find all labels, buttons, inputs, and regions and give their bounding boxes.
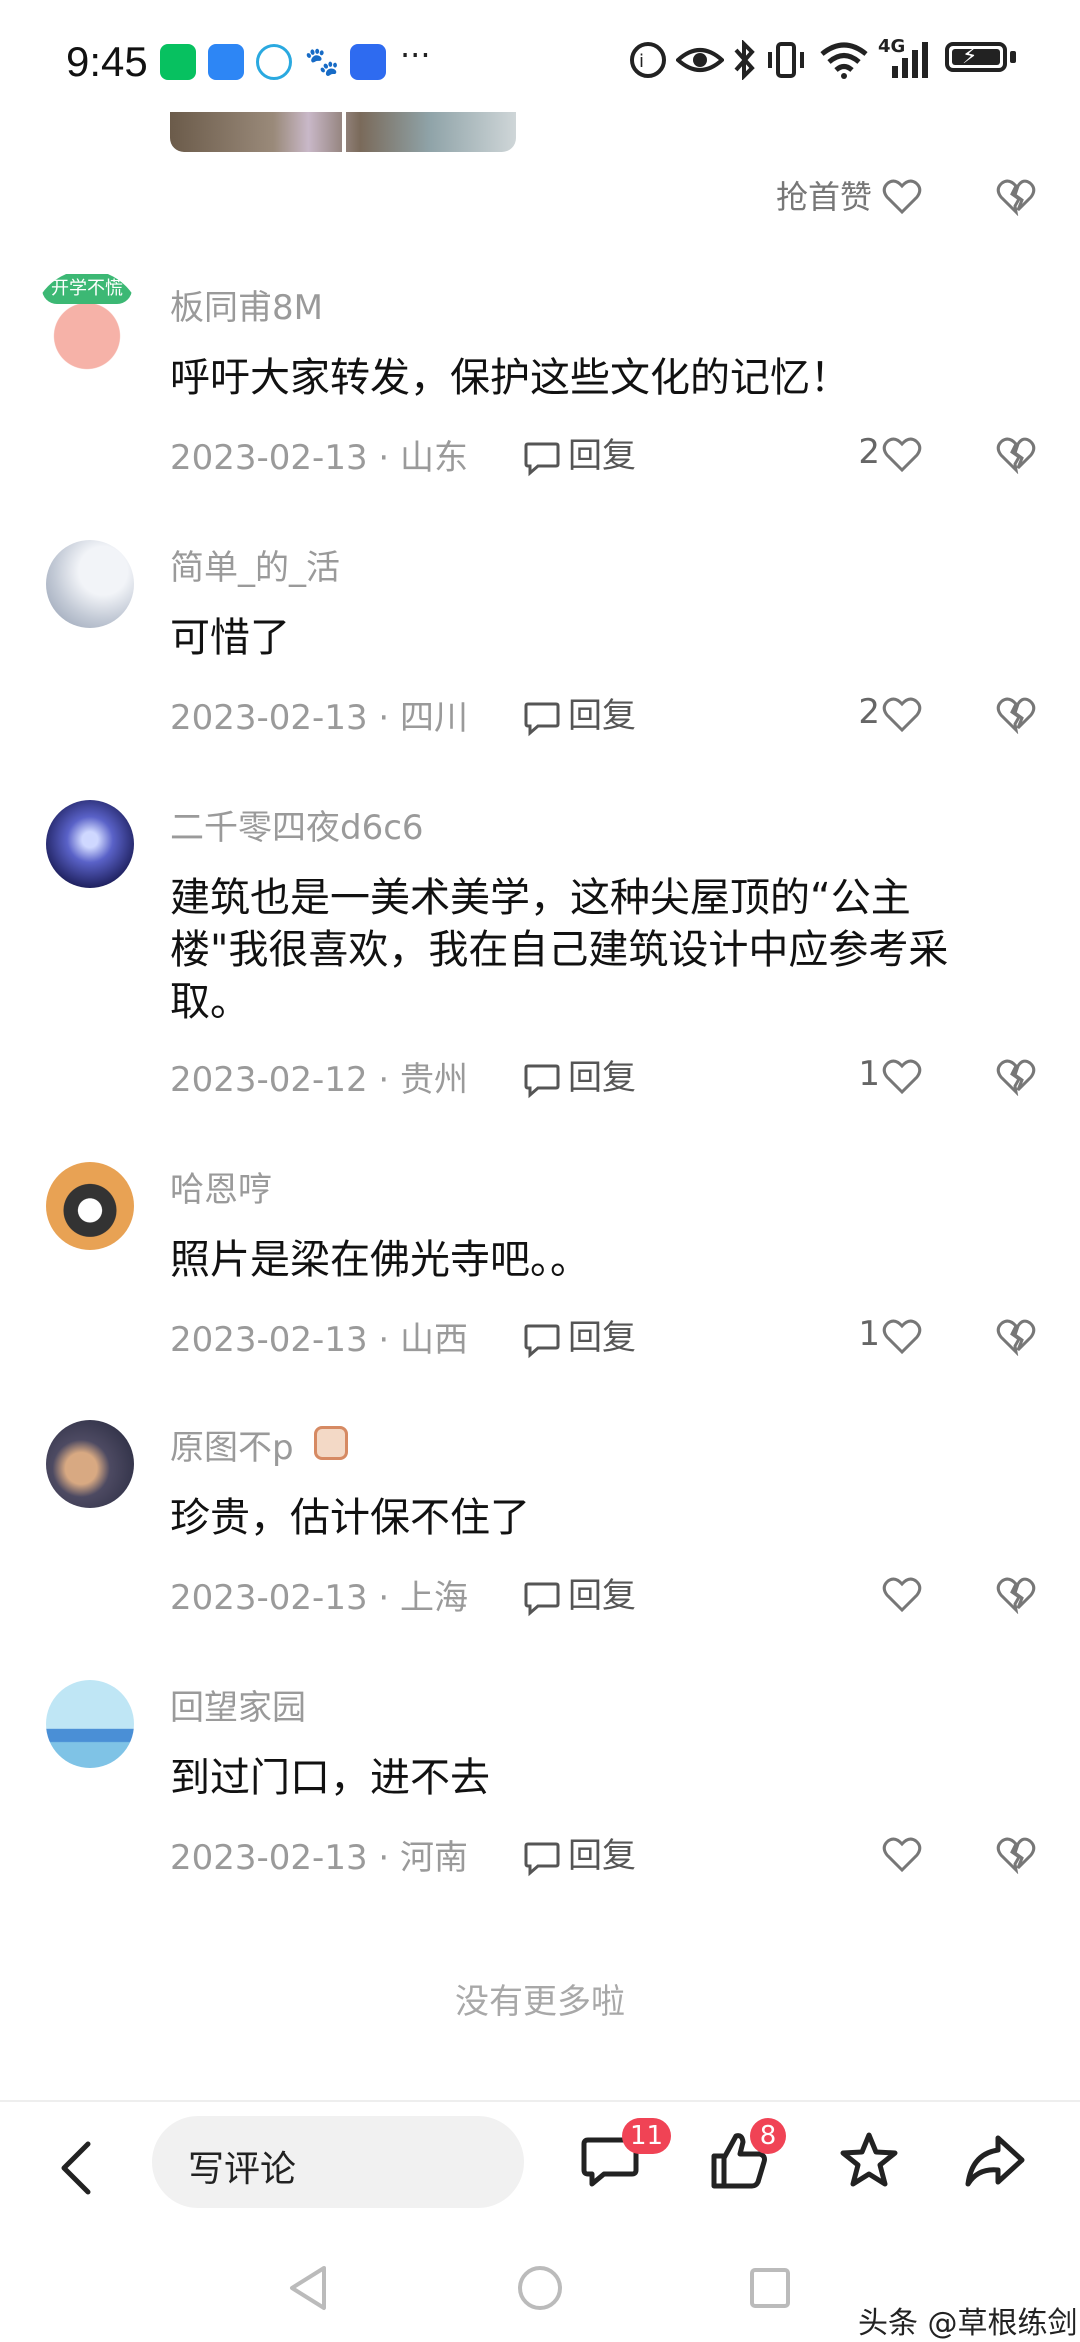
svg-text:i: i — [639, 51, 644, 72]
no-more-label: 没有更多啦 — [455, 1982, 625, 2022]
reply-bubble-icon — [524, 1064, 560, 1098]
dislike-heart-icon[interactable] — [996, 694, 1036, 734]
comment-username[interactable]: 二千零四夜d6c6 — [170, 800, 424, 849]
comment-meta: 2023-02-13 · 四川 — [170, 698, 469, 738]
comment-username[interactable]: 原图不p — [170, 1420, 294, 1469]
reply-bubble-icon — [524, 1582, 560, 1616]
watermark: 头条 @草根练剑 — [858, 2306, 1078, 2341]
wifi-icon — [820, 42, 868, 79]
like-heart-icon[interactable] — [882, 1316, 922, 1356]
reply-bubble-icon — [524, 1324, 560, 1358]
status-bar: 9:45 🐾 ··· i 4G ⚡ — [0, 0, 1080, 120]
avatar[interactable] — [46, 1680, 134, 1768]
avatar[interactable] — [46, 1162, 134, 1250]
reply-label: 回复 — [568, 436, 636, 476]
user-level-badge-icon — [314, 1426, 348, 1460]
dislike-heart-icon[interactable] — [996, 1056, 1036, 1096]
like-count: 1 — [858, 1314, 880, 1354]
reply-button[interactable]: 回复 — [522, 688, 636, 738]
dislike-heart-icon[interactable] — [996, 1574, 1036, 1614]
like-heart-icon[interactable] — [882, 1834, 922, 1874]
reply-bubble-icon — [524, 442, 560, 476]
bluetooth-icon — [734, 40, 755, 80]
comment-content: 可惜了 — [170, 615, 290, 661]
reply-button[interactable]: 回复 — [522, 1050, 636, 1100]
reply-label: 回复 — [568, 1576, 636, 1616]
shield-app-icon — [350, 44, 386, 80]
vibrate-icon — [768, 42, 804, 78]
signal-icon — [892, 42, 928, 78]
like-count-badge: 8 — [750, 2118, 786, 2154]
reply-label: 回复 — [568, 1058, 636, 1098]
dislike-heart-icon[interactable] — [996, 1316, 1036, 1356]
battery-tip — [1010, 51, 1016, 63]
star-icon[interactable] — [838, 2130, 900, 2192]
nav-recents-icon[interactable] — [748, 2266, 792, 2310]
comment-meta: 2023-02-13 · 上海 — [170, 1578, 469, 1618]
baidu-icon: 🐾 — [304, 44, 340, 80]
comment-meta: 2023-02-12 · 贵州 — [170, 1060, 469, 1100]
comment-content: 到过门口，进不去 — [170, 1755, 490, 1801]
like-count: 1 — [858, 1054, 880, 1094]
comment-meta: 2023-02-13 · 山东 — [170, 438, 469, 478]
comment-meta: 2023-02-13 · 山西 — [170, 1320, 469, 1360]
comment-meta: 2023-02-13 · 河南 — [170, 1838, 469, 1878]
more-notifications-icon: ··· — [400, 36, 431, 74]
wechat-icon — [160, 44, 196, 80]
comment-username[interactable]: 回望家园 — [170, 1680, 306, 1729]
reply-button[interactable]: 回复 — [522, 1568, 636, 1618]
avatar[interactable] — [46, 800, 134, 888]
like-heart-icon[interactable] — [882, 694, 922, 734]
like-count: 2 — [858, 432, 880, 472]
comment-content: 珍贵，估计保不住了 — [170, 1495, 530, 1541]
eye-icon — [676, 48, 724, 72]
nav-home-icon[interactable] — [516, 2264, 564, 2312]
dislike-heart-icon[interactable] — [996, 1834, 1036, 1874]
post-image-strip[interactable] — [170, 112, 516, 152]
back-arrow-icon[interactable] — [56, 2138, 96, 2198]
comment-count-badge: 11 — [622, 2118, 672, 2154]
comment-username[interactable]: 简单_的_活 — [170, 540, 340, 589]
like-heart-icon[interactable] — [882, 1056, 922, 1096]
hd-icon: i — [630, 42, 666, 78]
comment-content: 呼吁大家转发，保护这些文化的记忆！ — [170, 355, 850, 401]
reply-label: 回复 — [568, 1318, 636, 1358]
avatar[interactable] — [46, 1420, 134, 1508]
avatar[interactable]: 开学不慌 — [32, 270, 142, 380]
comment-input[interactable]: 写评论 — [152, 2116, 524, 2208]
browser-icon — [256, 44, 292, 80]
dislike-heart-icon[interactable] — [996, 434, 1036, 474]
share-icon[interactable] — [964, 2130, 1026, 2192]
reply-button[interactable]: 回复 — [522, 428, 636, 478]
like-count: 2 — [858, 692, 880, 732]
reply-bubble-icon — [524, 702, 560, 736]
like-heart-icon[interactable] — [882, 1574, 922, 1614]
app-icon — [208, 44, 244, 80]
reply-button[interactable]: 回复 — [522, 1310, 636, 1360]
dislike-heart-icon[interactable] — [996, 176, 1036, 216]
like-heart-icon[interactable] — [882, 176, 922, 216]
comment-content: 建筑也是一美术美学，这种尖屋顶的“公主楼"我很喜欢，我在自己建筑设计中应参考采取… — [170, 875, 949, 1025]
reply-label: 回复 — [568, 696, 636, 736]
comment-input-placeholder: 写评论 — [188, 2149, 297, 2190]
status-time: 9:45 — [66, 38, 148, 85]
reply-button[interactable]: 回复 — [522, 1828, 636, 1878]
reply-label: 回复 — [568, 1836, 636, 1876]
first-like-label[interactable]: 抢首赞 — [776, 172, 872, 218]
avatar[interactable] — [46, 540, 134, 628]
comment-content: 照片是梁在佛光寺吧。。 — [170, 1237, 590, 1283]
comment-username[interactable]: 板同甫8M — [170, 280, 323, 329]
like-heart-icon[interactable] — [882, 434, 922, 474]
reply-bubble-icon — [524, 1842, 560, 1876]
charging-icon: ⚡ — [962, 44, 978, 69]
comment-username[interactable]: 哈恩哼 — [170, 1162, 272, 1211]
nav-back-icon[interactable] — [286, 2264, 330, 2312]
